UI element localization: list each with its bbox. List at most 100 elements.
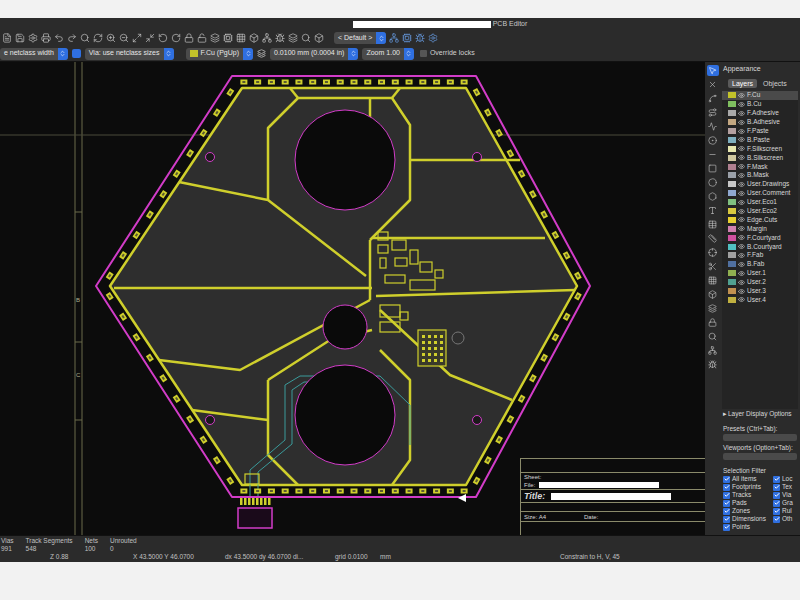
filter-checkbox[interactable] bbox=[723, 500, 730, 507]
layer-color-swatch[interactable] bbox=[728, 199, 736, 205]
layer-color-swatch[interactable] bbox=[728, 164, 736, 170]
eye-icon[interactable] bbox=[738, 101, 745, 108]
override-locks-checkbox[interactable] bbox=[420, 50, 427, 57]
drawing-tool-button[interactable] bbox=[707, 275, 719, 286]
layer-color-swatch[interactable] bbox=[728, 244, 736, 250]
toolbar-tool-icon[interactable] bbox=[262, 33, 272, 43]
layer-color-swatch[interactable] bbox=[728, 226, 736, 232]
filter-checkbox[interactable] bbox=[773, 508, 780, 515]
eye-icon[interactable] bbox=[738, 288, 745, 295]
layer-color-swatch[interactable] bbox=[728, 128, 736, 134]
eye-icon[interactable] bbox=[738, 225, 745, 232]
toolbar-tool-icon[interactable] bbox=[80, 33, 90, 43]
eye-icon[interactable] bbox=[738, 199, 745, 206]
toolbar-tool-icon[interactable] bbox=[28, 33, 38, 43]
netclass-toggle[interactable] bbox=[72, 49, 81, 58]
toolbar-tool-icon[interactable] bbox=[67, 33, 77, 43]
layer-color-swatch[interactable] bbox=[728, 101, 736, 107]
drawing-tool-button[interactable] bbox=[707, 303, 719, 314]
selection-filter-item[interactable]: Pads bbox=[723, 499, 773, 507]
filter-checkbox[interactable] bbox=[773, 492, 780, 499]
layer-row[interactable]: B.Paste bbox=[722, 135, 798, 144]
toolbar-tool-icon[interactable] bbox=[119, 33, 129, 43]
selection-filter-item[interactable]: Footprints bbox=[723, 483, 773, 491]
eye-icon[interactable] bbox=[738, 172, 745, 179]
layer-row[interactable]: B.Fab bbox=[722, 260, 798, 269]
drawing-tool-button[interactable] bbox=[707, 233, 719, 244]
eye-icon[interactable] bbox=[738, 110, 745, 117]
layer-display-options[interactable]: ▸Layer Display Options bbox=[720, 409, 800, 419]
eye-icon[interactable] bbox=[738, 296, 745, 303]
toolbar-tool-icon[interactable] bbox=[236, 33, 246, 43]
viewports-dropdown[interactable] bbox=[723, 453, 797, 460]
layer-color-swatch[interactable] bbox=[728, 261, 736, 267]
layer-pair-icon[interactable] bbox=[257, 49, 266, 58]
filter-checkbox[interactable] bbox=[723, 524, 730, 531]
layer-row[interactable]: Edge.Cuts bbox=[722, 215, 798, 224]
layer-color-swatch[interactable] bbox=[728, 217, 736, 223]
eye-icon[interactable] bbox=[738, 154, 745, 161]
toolbar-tool-icon[interactable] bbox=[106, 33, 116, 43]
presets-dropdown[interactable] bbox=[723, 434, 797, 441]
layer-row[interactable]: User.Comment bbox=[722, 189, 798, 198]
eye-icon[interactable] bbox=[738, 181, 745, 188]
toolbar-tool-icon[interactable] bbox=[41, 33, 51, 43]
preset-dropdown[interactable]: < Default > bbox=[334, 32, 386, 44]
layer-row[interactable]: F.Cu bbox=[722, 91, 798, 100]
selection-filter-item[interactable]: Loc bbox=[773, 475, 797, 483]
toolbar-tool-icon[interactable] bbox=[288, 33, 298, 43]
toolbar-tool-icon[interactable] bbox=[223, 33, 233, 43]
drawing-tool-button[interactable] bbox=[707, 331, 719, 342]
toolbar-tool-icon[interactable] bbox=[15, 33, 25, 43]
layer-color-swatch[interactable] bbox=[728, 119, 736, 125]
eye-icon[interactable] bbox=[738, 163, 745, 170]
track-width-dropdown[interactable]: e netclass width bbox=[0, 48, 68, 60]
eye-icon[interactable] bbox=[738, 270, 745, 277]
layer-row[interactable]: F.Mask bbox=[722, 162, 798, 171]
selection-filter-item[interactable]: Gra bbox=[773, 499, 797, 507]
toolbar-tool-icon[interactable] bbox=[93, 33, 103, 43]
layer-color-swatch[interactable] bbox=[728, 297, 736, 303]
layer-row[interactable]: F.Fab bbox=[722, 251, 798, 260]
grid-dropdown[interactable]: 0.0100 mm (0.0004 in) bbox=[270, 48, 358, 60]
toolbar-tool-icon[interactable] bbox=[249, 33, 259, 43]
eye-icon[interactable] bbox=[738, 243, 745, 250]
eye-icon[interactable] bbox=[738, 279, 745, 286]
pcb-board-drawing[interactable] bbox=[0, 62, 705, 535]
filter-checkbox[interactable] bbox=[723, 508, 730, 515]
drawing-tool-button[interactable] bbox=[707, 191, 719, 202]
appearance-tab[interactable]: Layers bbox=[728, 79, 757, 88]
layer-row[interactable]: User.Eco1 bbox=[722, 198, 798, 207]
selection-filter-item[interactable]: All items bbox=[723, 475, 773, 483]
layer-row[interactable]: F.Paste bbox=[722, 127, 798, 136]
selection-filter-item[interactable]: Via bbox=[773, 491, 797, 499]
toolbar-tool-icon[interactable] bbox=[402, 33, 412, 43]
layer-row[interactable]: User.Eco2 bbox=[722, 207, 798, 216]
layer-row[interactable]: User.1 bbox=[722, 269, 798, 278]
layer-dropdown[interactable]: F.Cu (PgUp) bbox=[186, 48, 254, 60]
drawing-tool-button[interactable] bbox=[707, 317, 719, 328]
drawing-tool-button[interactable] bbox=[707, 93, 719, 104]
toolbar-tool-icon[interactable] bbox=[2, 33, 12, 43]
drawing-tool-button[interactable] bbox=[707, 121, 719, 132]
filter-checkbox[interactable] bbox=[773, 484, 780, 491]
layer-color-swatch[interactable] bbox=[728, 270, 736, 276]
drawing-tool-button[interactable] bbox=[707, 289, 719, 300]
toolbar-tool-icon[interactable] bbox=[210, 33, 220, 43]
drawing-tool-button[interactable] bbox=[707, 135, 719, 146]
selection-filter-item[interactable]: Tracks bbox=[723, 491, 773, 499]
toolbar-tool-icon[interactable] bbox=[171, 33, 181, 43]
layer-row[interactable]: User.3 bbox=[722, 287, 798, 296]
layer-row[interactable]: B.Cu bbox=[722, 100, 798, 109]
drawing-tool-button[interactable] bbox=[707, 219, 719, 230]
layer-color-swatch[interactable] bbox=[728, 92, 736, 98]
drawing-tool-button[interactable] bbox=[707, 79, 719, 90]
toolbar-tool-icon[interactable] bbox=[54, 33, 64, 43]
layer-color-swatch[interactable] bbox=[728, 288, 736, 294]
eye-icon[interactable] bbox=[738, 261, 745, 268]
layer-row[interactable]: User.2 bbox=[722, 278, 798, 287]
layer-color-swatch[interactable] bbox=[728, 181, 736, 187]
appearance-tab[interactable]: Objects bbox=[760, 79, 790, 88]
layer-row[interactable]: B.Adhesive bbox=[722, 118, 798, 127]
layer-row[interactable]: B.Courtyard bbox=[722, 242, 798, 251]
